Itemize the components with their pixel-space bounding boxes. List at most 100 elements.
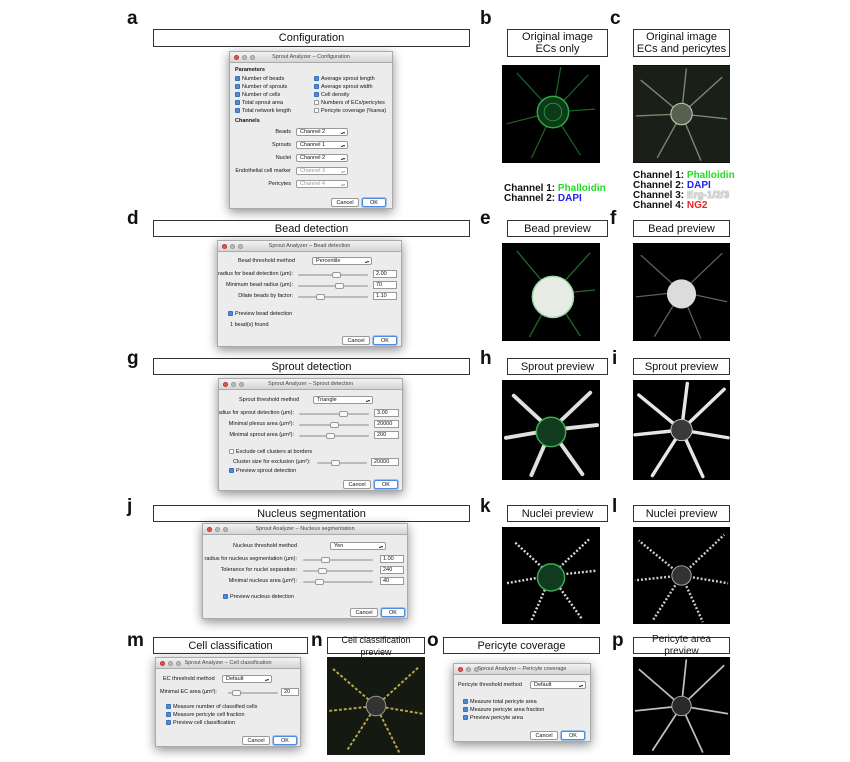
field-slider[interactable] bbox=[298, 272, 368, 278]
option-checkbox-row[interactable]: Measure total pericyte area bbox=[463, 699, 537, 705]
field-slider[interactable] bbox=[298, 294, 368, 300]
checkbox-icon[interactable] bbox=[235, 92, 240, 98]
checkbox-icon[interactable] bbox=[235, 100, 240, 106]
field-input[interactable]: 1.10 bbox=[373, 292, 397, 300]
checkbox-icon[interactable] bbox=[166, 712, 171, 718]
slider-knob[interactable] bbox=[318, 568, 327, 574]
close-icon[interactable] bbox=[458, 667, 463, 672]
param-checkbox-row[interactable]: Number of cells bbox=[235, 92, 280, 98]
minimize-icon[interactable] bbox=[230, 244, 235, 249]
checkbox-icon[interactable] bbox=[223, 594, 228, 600]
checkbox-icon[interactable] bbox=[314, 76, 319, 82]
param-checkbox-row[interactable]: Number of beads bbox=[235, 76, 284, 82]
close-icon[interactable] bbox=[222, 244, 227, 249]
zoom-icon[interactable] bbox=[223, 527, 228, 532]
ok-button[interactable]: OK bbox=[561, 731, 585, 740]
field-slider[interactable] bbox=[303, 557, 373, 563]
zoom-icon[interactable] bbox=[474, 667, 479, 672]
option-checkbox-row[interactable]: Measure pericyte cell fraction bbox=[166, 712, 245, 718]
field-input[interactable]: 1.00 bbox=[380, 555, 404, 563]
cluster-size-slider[interactable] bbox=[317, 460, 367, 466]
field-slider[interactable] bbox=[299, 411, 369, 417]
checkbox-icon[interactable] bbox=[166, 720, 171, 726]
field-input[interactable]: 20000 bbox=[374, 420, 399, 428]
field-slider[interactable] bbox=[303, 568, 373, 574]
checkbox-icon[interactable] bbox=[314, 100, 319, 106]
checkbox-icon[interactable] bbox=[229, 449, 234, 455]
cancel-button[interactable]: Cancel bbox=[331, 198, 359, 207]
ok-button[interactable]: OK bbox=[381, 608, 405, 617]
field-slider[interactable] bbox=[298, 283, 368, 289]
ok-button[interactable]: OK bbox=[273, 736, 297, 745]
slider-knob[interactable] bbox=[316, 294, 325, 300]
param-checkbox-row[interactable]: Average sprout length bbox=[314, 76, 375, 82]
option-checkbox-row[interactable]: Measure number of classified cells bbox=[166, 704, 257, 710]
option-checkbox-row[interactable]: Preview pericyte area bbox=[463, 715, 523, 721]
cluster-size-input[interactable]: 20000 bbox=[371, 458, 399, 466]
cancel-button[interactable]: Cancel bbox=[342, 336, 370, 345]
ok-button[interactable]: OK bbox=[374, 480, 398, 489]
min-ec-area-slider[interactable] bbox=[228, 690, 278, 696]
zoom-icon[interactable] bbox=[239, 382, 244, 387]
pericyte-method-select[interactable]: Default bbox=[530, 681, 586, 689]
channel-select[interactable]: Channel 2 bbox=[296, 154, 348, 162]
minimize-icon[interactable] bbox=[168, 661, 173, 666]
checkbox-icon[interactable] bbox=[314, 92, 319, 98]
field-input[interactable]: 3.00 bbox=[374, 409, 399, 417]
field-input[interactable]: 70 bbox=[373, 281, 397, 289]
param-checkbox-row[interactable]: Numbers of ECs/pericytes bbox=[314, 100, 385, 106]
close-icon[interactable] bbox=[160, 661, 165, 666]
cancel-button[interactable]: Cancel bbox=[350, 608, 378, 617]
nucleus-method-select[interactable]: Yen bbox=[330, 542, 386, 550]
sprout-preview-check[interactable]: Preview sprout detection bbox=[229, 468, 296, 474]
param-checkbox-row[interactable]: Cell density bbox=[314, 92, 349, 98]
field-input[interactable]: 40 bbox=[380, 577, 404, 585]
slider-knob[interactable] bbox=[332, 272, 341, 278]
minimize-icon[interactable] bbox=[215, 527, 220, 532]
field-input[interactable]: 240 bbox=[380, 566, 404, 574]
exclude-clusters-check[interactable]: Exclude cell clusters at borders bbox=[229, 449, 312, 455]
checkbox-icon[interactable] bbox=[235, 84, 240, 90]
param-checkbox-row[interactable]: Pericyte coverage (%area) bbox=[314, 108, 386, 114]
checkbox-icon[interactable] bbox=[463, 707, 468, 713]
channel-select[interactable]: Channel 1 bbox=[296, 141, 348, 149]
param-checkbox-row[interactable]: Average sprout width bbox=[314, 84, 373, 90]
checkbox-icon[interactable] bbox=[228, 311, 233, 317]
checkbox-icon[interactable] bbox=[235, 108, 240, 114]
slider-knob[interactable] bbox=[330, 422, 339, 428]
close-icon[interactable] bbox=[223, 382, 228, 387]
sprout-method-select[interactable]: Triangle bbox=[313, 396, 373, 404]
field-input[interactable]: 200 bbox=[374, 431, 399, 439]
bead-preview-check[interactable]: Preview bead detection bbox=[228, 311, 292, 317]
slider-knob[interactable] bbox=[321, 557, 330, 563]
zoom-icon[interactable] bbox=[250, 55, 255, 60]
minimize-icon[interactable] bbox=[231, 382, 236, 387]
param-checkbox-row[interactable]: Total network length bbox=[235, 108, 291, 114]
nucleus-preview-check[interactable]: Preview nucleus detection bbox=[223, 594, 294, 600]
slider-knob[interactable] bbox=[331, 460, 340, 466]
zoom-icon[interactable] bbox=[238, 244, 243, 249]
checkbox-icon[interactable] bbox=[314, 84, 319, 90]
min-ec-area-input[interactable]: 20 bbox=[281, 688, 299, 696]
cancel-button[interactable]: Cancel bbox=[530, 731, 558, 740]
cancel-button[interactable]: Cancel bbox=[242, 736, 270, 745]
option-checkbox-row[interactable]: Preview cell classification bbox=[166, 720, 235, 726]
checkbox-icon[interactable] bbox=[463, 699, 468, 705]
channel-select[interactable]: Channel 2 bbox=[296, 128, 348, 136]
ec-method-select[interactable]: Default bbox=[222, 675, 272, 683]
option-checkbox-row[interactable]: Measure pericyte area fraction bbox=[463, 707, 544, 713]
bead-method-select[interactable]: Percentile bbox=[312, 257, 372, 265]
field-slider[interactable] bbox=[303, 579, 373, 585]
checkbox-icon[interactable] bbox=[229, 468, 234, 474]
field-slider[interactable] bbox=[299, 422, 369, 428]
slider-knob[interactable] bbox=[315, 579, 324, 585]
checkbox-icon[interactable] bbox=[235, 76, 240, 82]
ok-button[interactable]: OK bbox=[373, 336, 397, 345]
cancel-button[interactable]: Cancel bbox=[343, 480, 371, 489]
minimize-icon[interactable] bbox=[466, 667, 471, 672]
slider-knob[interactable] bbox=[339, 411, 348, 417]
slider-knob[interactable] bbox=[335, 283, 344, 289]
minimize-icon[interactable] bbox=[242, 55, 247, 60]
close-icon[interactable] bbox=[207, 527, 212, 532]
close-icon[interactable] bbox=[234, 55, 239, 60]
